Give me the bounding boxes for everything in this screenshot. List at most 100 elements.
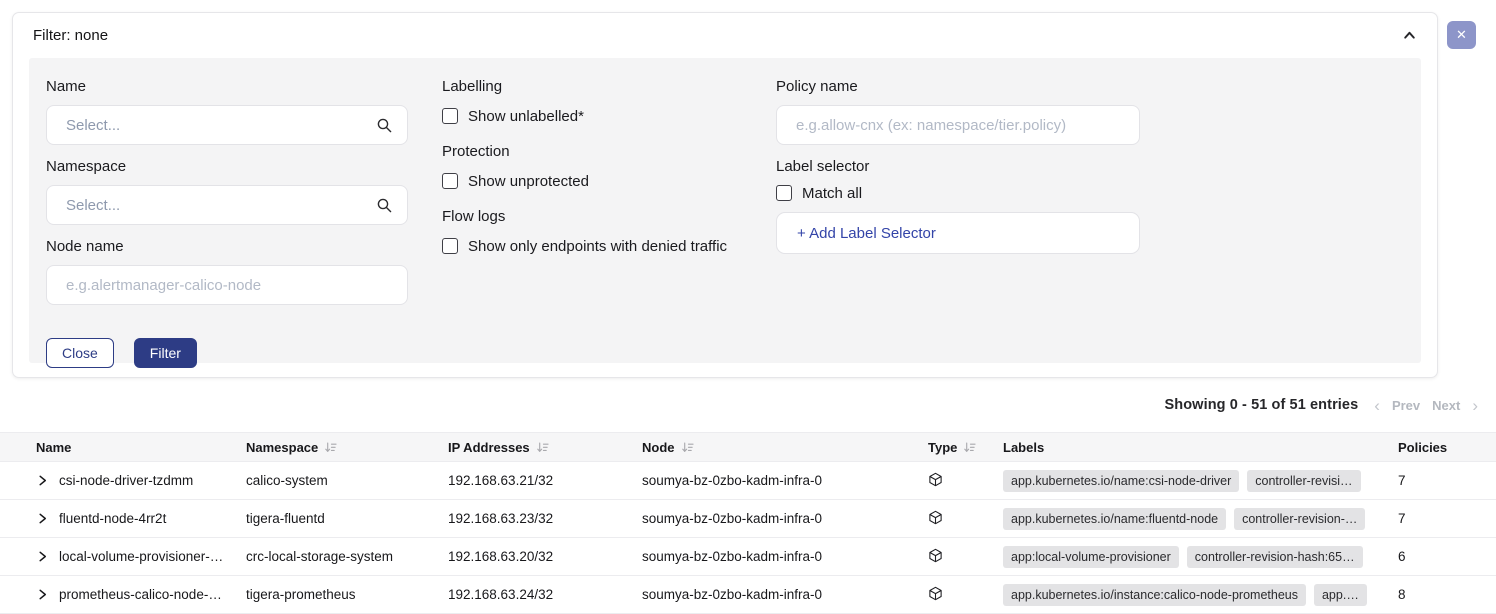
name-select[interactable]: Select... xyxy=(46,105,408,145)
expand-row-button[interactable] xyxy=(36,550,49,563)
endpoint-name[interactable]: fluentd-node-4rr2t xyxy=(59,511,166,526)
flow-logs-heading: Flow logs xyxy=(442,208,742,226)
checkbox-unchecked[interactable] xyxy=(776,185,792,201)
filter-title: Filter: none xyxy=(33,27,108,44)
namespace-field-label: Namespace xyxy=(46,158,408,176)
expand-row-button[interactable] xyxy=(36,512,49,525)
expand-row-button[interactable] xyxy=(36,588,49,601)
filter-button[interactable]: Filter xyxy=(134,338,197,368)
add-label-selector-button[interactable]: + Add Label Selector xyxy=(776,212,1140,254)
denied-traffic-label: Show only endpoints with denied traffic xyxy=(468,238,727,255)
show-unlabelled-label: Show unlabelled* xyxy=(468,108,584,125)
endpoint-namespace: tigera-prometheus xyxy=(246,587,448,602)
chevron-right-icon xyxy=(36,588,49,601)
chevron-right-icon[interactable]: › xyxy=(1472,397,1478,414)
name-field-label: Name xyxy=(46,78,408,96)
column-header-labels: Labels xyxy=(1003,440,1388,455)
chevron-up-icon xyxy=(1402,28,1417,43)
table-row: prometheus-calico-node-… tigera-promethe… xyxy=(0,576,1496,614)
endpoint-node: soumya-bz-0zbo-kadm-infra-0 xyxy=(642,473,920,488)
labelling-heading: Labelling xyxy=(442,78,742,96)
endpoint-name[interactable]: csi-node-driver-tzdmm xyxy=(59,473,193,488)
prev-button[interactable]: Prev xyxy=(1392,398,1420,413)
labelling-group: Labelling Show unlabelled* xyxy=(442,78,742,126)
close-button[interactable]: Close xyxy=(46,338,114,368)
search-icon xyxy=(376,117,393,134)
column-header-ip-addresses[interactable]: IP Addresses xyxy=(448,440,642,455)
namespace-select[interactable]: Select... xyxy=(46,185,408,225)
column-header-namespace[interactable]: Namespace xyxy=(246,440,448,455)
endpoint-node: soumya-bz-0zbo-kadm-infra-0 xyxy=(642,511,920,526)
column-header-name: Name xyxy=(0,440,246,455)
pod-type-icon xyxy=(928,510,943,525)
label-chip: app.kubernetes.io/name:fluentd-node xyxy=(1003,508,1226,530)
table-header-row: Name Namespace IP Addresses Node Type La… xyxy=(0,432,1496,462)
pod-type-icon xyxy=(928,472,943,487)
endpoint-namespace: tigera-fluentd xyxy=(246,511,448,526)
policies-count: 8 xyxy=(1388,587,1496,602)
checkbox-unchecked[interactable] xyxy=(442,238,458,254)
denied-traffic-checkbox-row[interactable]: Show only endpoints with denied traffic xyxy=(442,236,742,256)
sort-icon xyxy=(324,441,337,454)
table-row: fluentd-node-4rr2t tigera-fluentd 192.16… xyxy=(0,500,1496,538)
protection-heading: Protection xyxy=(442,143,742,161)
sort-icon xyxy=(681,441,694,454)
endpoint-name[interactable]: local-volume-provisioner-… xyxy=(59,549,223,564)
collapse-filter-button[interactable] xyxy=(1402,28,1417,43)
close-icon: ✕ xyxy=(1456,27,1467,43)
endpoint-namespace: calico-system xyxy=(246,473,448,488)
chevron-right-icon xyxy=(36,550,49,563)
endpoint-ip: 192.168.63.21/32 xyxy=(448,473,642,488)
column-header-node[interactable]: Node xyxy=(642,440,920,455)
pager: ‹ Prev Next › xyxy=(1374,397,1478,414)
label-chip: app:local-volume-provisioner xyxy=(1003,546,1179,568)
filter-panel-header: Filter: none xyxy=(13,13,1437,58)
close-panel-button[interactable]: ✕ xyxy=(1447,21,1476,49)
label-chip: controller-revision-… xyxy=(1234,508,1365,530)
policy-name-input[interactable] xyxy=(776,105,1140,145)
protection-group: Protection Show unprotected xyxy=(442,143,742,191)
show-unlabelled-checkbox-row[interactable]: Show unlabelled* xyxy=(442,106,742,126)
namespace-select-placeholder: Select... xyxy=(66,197,120,214)
label-chip: controller-revision-hash:65… xyxy=(1187,546,1363,568)
checkbox-unchecked[interactable] xyxy=(442,173,458,189)
label-chip: app.kubernetes.io/instance:calico-node-p… xyxy=(1003,584,1306,606)
entries-summary: Showing 0 - 51 of 51 entries xyxy=(1165,397,1359,413)
endpoint-name[interactable]: prometheus-calico-node-… xyxy=(59,587,222,602)
show-unprotected-checkbox-row[interactable]: Show unprotected xyxy=(442,171,742,191)
node-name-input[interactable] xyxy=(46,265,408,305)
endpoint-namespace: crc-local-storage-system xyxy=(246,549,448,564)
endpoint-ip: 192.168.63.24/32 xyxy=(448,587,642,602)
name-select-placeholder: Select... xyxy=(66,117,120,134)
table-row: csi-node-driver-tzdmm calico-system 192.… xyxy=(0,462,1496,500)
policies-count: 7 xyxy=(1388,473,1496,488)
filter-column-right: Policy name Label selector Match all + A… xyxy=(776,78,1140,343)
endpoint-ip: 192.168.63.23/32 xyxy=(448,511,642,526)
pagination-bar: Showing 0 - 51 of 51 entries ‹ Prev Next… xyxy=(0,378,1496,432)
chevron-left-icon[interactable]: ‹ xyxy=(1374,397,1380,414)
policies-count: 7 xyxy=(1388,511,1496,526)
filter-panel: Filter: none Name Select... Namespace Se… xyxy=(12,12,1438,378)
checkbox-unchecked[interactable] xyxy=(442,108,458,124)
endpoint-node: soumya-bz-0zbo-kadm-infra-0 xyxy=(642,549,920,564)
pod-type-icon xyxy=(928,548,943,563)
chevron-right-icon xyxy=(36,474,49,487)
match-all-checkbox-row[interactable]: Match all xyxy=(776,183,1140,203)
endpoints-table: Name Namespace IP Addresses Node Type La… xyxy=(0,432,1496,614)
show-unprotected-label: Show unprotected xyxy=(468,173,589,190)
endpoint-ip: 192.168.63.20/32 xyxy=(448,549,642,564)
policies-count: 6 xyxy=(1388,549,1496,564)
column-header-type[interactable]: Type xyxy=(920,440,1003,455)
pod-type-icon xyxy=(928,586,943,601)
endpoint-node: soumya-bz-0zbo-kadm-infra-0 xyxy=(642,587,920,602)
filter-column-middle: Labelling Show unlabelled* Protection Sh… xyxy=(442,78,742,343)
next-button[interactable]: Next xyxy=(1432,398,1460,413)
label-chip: app.… xyxy=(1314,584,1367,606)
node-name-field-label: Node name xyxy=(46,238,408,256)
flow-logs-group: Flow logs Show only endpoints with denie… xyxy=(442,208,742,256)
policy-name-field-label: Policy name xyxy=(776,78,1140,96)
column-header-policies: Policies xyxy=(1388,440,1496,455)
search-icon xyxy=(376,197,393,214)
expand-row-button[interactable] xyxy=(36,474,49,487)
chevron-right-icon xyxy=(36,512,49,525)
